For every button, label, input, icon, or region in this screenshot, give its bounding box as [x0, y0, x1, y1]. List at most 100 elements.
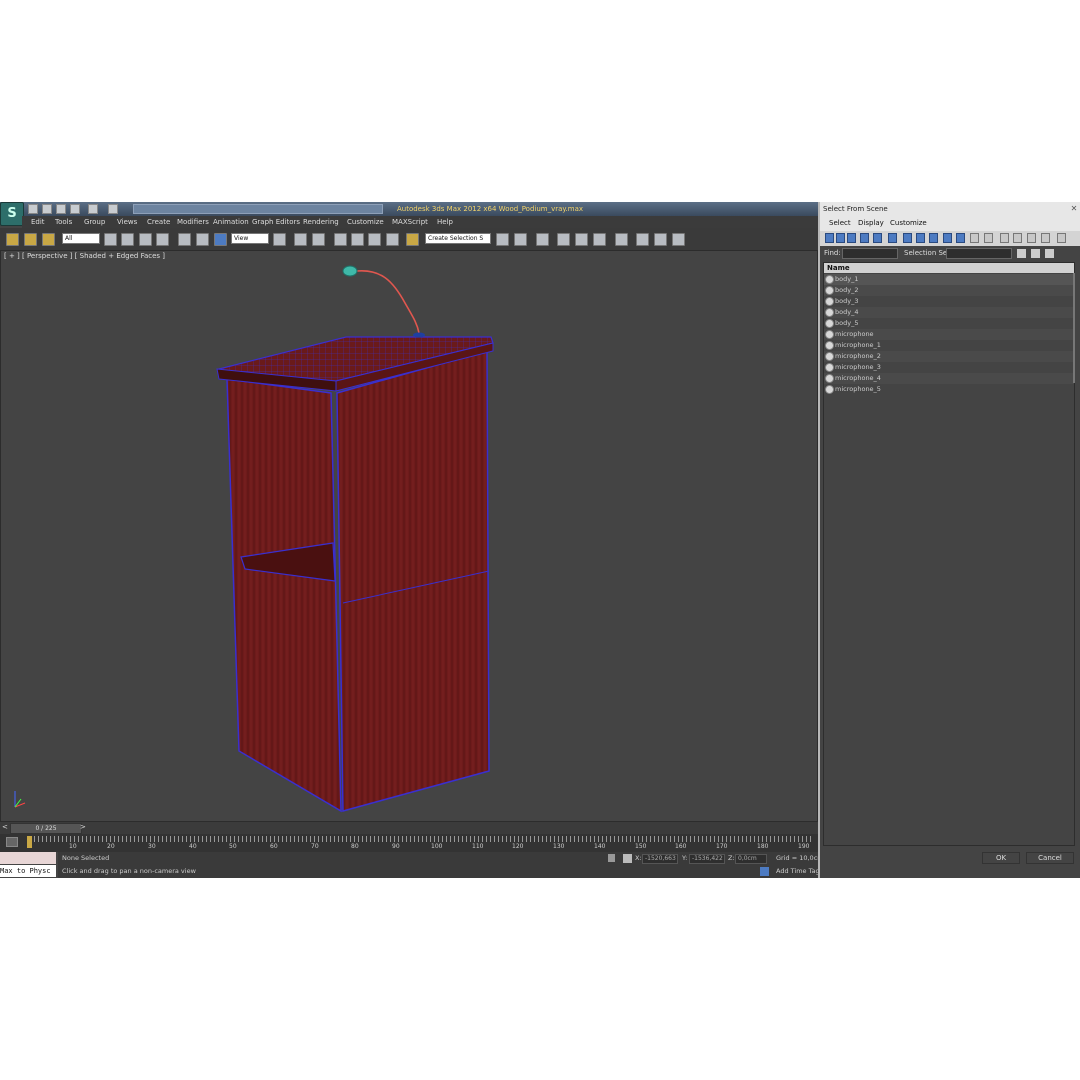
- rectangle-selection-icon[interactable]: [139, 233, 152, 246]
- undo-icon[interactable]: [70, 204, 80, 214]
- reference-coordinate-dropdown[interactable]: View: [231, 233, 269, 244]
- mirror-icon[interactable]: [496, 233, 509, 246]
- render-production-icon[interactable]: [672, 233, 685, 246]
- close-icon[interactable]: ✕: [1070, 204, 1078, 214]
- save-file-icon[interactable]: [56, 204, 66, 214]
- menu-views[interactable]: Views: [117, 216, 137, 228]
- named-selection-set-dropdown[interactable]: Create Selection S: [425, 233, 491, 244]
- menu-edit[interactable]: Edit: [31, 216, 45, 228]
- list-item[interactable]: body_5: [824, 318, 1074, 329]
- menu-maxscript[interactable]: MAXScript: [392, 216, 428, 228]
- display-containers-icon[interactable]: [943, 233, 952, 243]
- app-logo-icon[interactable]: S: [0, 202, 24, 226]
- menu-rendering[interactable]: Rendering: [303, 216, 339, 228]
- time-tag-icon[interactable]: [760, 867, 769, 876]
- lock-icon[interactable]: [608, 854, 615, 862]
- menu-create[interactable]: Create: [147, 216, 170, 228]
- select-all-icon[interactable]: [1013, 233, 1022, 243]
- unlink-icon[interactable]: [24, 233, 37, 246]
- display-bones-icon[interactable]: [929, 233, 938, 243]
- pivot-center-icon[interactable]: [273, 233, 286, 246]
- add-time-tag-button[interactable]: Add Time Tag: [776, 865, 820, 878]
- move-icon[interactable]: [178, 233, 191, 246]
- column-header-name[interactable]: Name: [824, 263, 1074, 273]
- x-coord-field[interactable]: -1520,663: [642, 854, 678, 864]
- display-xrefs-icon[interactable]: [916, 233, 925, 243]
- perspective-viewport[interactable]: [ + ] [ Perspective ] [ Shaded + Edged F…: [0, 250, 818, 822]
- dialog-menu-display[interactable]: Display: [858, 216, 884, 231]
- menu-group[interactable]: Group: [84, 216, 105, 228]
- selection-set-dropdown[interactable]: [946, 248, 1012, 259]
- keyboard-shortcut-icon[interactable]: [312, 233, 325, 246]
- list-item[interactable]: microphone_3: [824, 362, 1074, 373]
- scale-icon[interactable]: [214, 233, 227, 246]
- project-folder-icon[interactable]: [108, 204, 118, 214]
- menu-customize[interactable]: Customize: [347, 216, 384, 228]
- menu-animation[interactable]: Animation: [213, 216, 249, 228]
- curve-editor-icon[interactable]: [575, 233, 588, 246]
- transform-mode-icon[interactable]: [623, 854, 632, 863]
- remove-from-set-icon[interactable]: [1045, 249, 1054, 258]
- list-item[interactable]: body_4: [824, 307, 1074, 318]
- invert-selection-icon[interactable]: [1041, 233, 1050, 243]
- material-editor-icon[interactable]: [615, 233, 628, 246]
- dialog-menu-customize[interactable]: Customize: [890, 216, 927, 231]
- display-geometry-icon[interactable]: [825, 233, 834, 243]
- snap-toggle-icon[interactable]: [334, 233, 347, 246]
- render-setup-icon[interactable]: [636, 233, 649, 246]
- add-to-set-icon[interactable]: [1031, 249, 1040, 258]
- list-item[interactable]: body_1: [824, 274, 1074, 285]
- align-icon[interactable]: [514, 233, 527, 246]
- display-space-warps-icon[interactable]: [888, 233, 897, 243]
- time-slider-next-icon[interactable]: >: [80, 823, 86, 831]
- z-coord-field[interactable]: 0,0cm: [735, 854, 767, 864]
- time-slider-thumb[interactable]: 0 / 225: [10, 823, 82, 834]
- time-indicator[interactable]: [27, 836, 32, 848]
- list-item[interactable]: microphone: [824, 329, 1074, 340]
- new-file-icon[interactable]: [28, 204, 38, 214]
- window-crossing-icon[interactable]: [156, 233, 169, 246]
- layer-manager-icon[interactable]: [536, 233, 549, 246]
- display-cameras-icon[interactable]: [860, 233, 869, 243]
- list-item[interactable]: microphone_4: [824, 373, 1074, 384]
- menu-modifiers[interactable]: Modifiers: [177, 216, 209, 228]
- rotate-icon[interactable]: [196, 233, 209, 246]
- list-scrollbar[interactable]: [1073, 273, 1075, 383]
- select-object-icon[interactable]: [104, 233, 117, 246]
- ok-button[interactable]: OK: [982, 852, 1020, 864]
- display-frozen-icon[interactable]: [956, 233, 965, 243]
- maxscript-listener-input[interactable]: Max to Physc: [0, 865, 56, 877]
- filter-icon[interactable]: [1057, 233, 1066, 243]
- select-by-name-icon[interactable]: [121, 233, 134, 246]
- graphite-ribbon-icon[interactable]: [557, 233, 570, 246]
- link-icon[interactable]: [6, 233, 19, 246]
- select-manipulate-icon[interactable]: [294, 233, 307, 246]
- edit-named-selection-icon[interactable]: [406, 233, 419, 246]
- time-slider-prev-icon[interactable]: <: [2, 823, 8, 831]
- display-all-icon[interactable]: [970, 233, 979, 243]
- list-item[interactable]: microphone_1: [824, 340, 1074, 351]
- cancel-button[interactable]: Cancel: [1026, 852, 1074, 864]
- track-bar[interactable]: 10 20 30 40 50 60 70 80 90 100 110 120 1…: [0, 834, 818, 852]
- list-item[interactable]: microphone_5: [824, 384, 1074, 395]
- display-helpers-icon[interactable]: [873, 233, 882, 243]
- menu-help[interactable]: Help: [437, 216, 453, 228]
- dialog-menu-select[interactable]: Select: [829, 216, 851, 231]
- list-item[interactable]: body_3: [824, 296, 1074, 307]
- display-shapes-icon[interactable]: [836, 233, 845, 243]
- list-item[interactable]: microphone_2: [824, 351, 1074, 362]
- redo-icon[interactable]: [88, 204, 98, 214]
- scene-object-list[interactable]: Name body_1 body_2 body_3 body_4 body_5 …: [823, 262, 1075, 846]
- infocenter-search-input[interactable]: [133, 204, 383, 214]
- rendered-frame-window-icon[interactable]: [654, 233, 667, 246]
- open-file-icon[interactable]: [42, 204, 52, 214]
- create-selection-set-icon[interactable]: [1017, 249, 1026, 258]
- list-item[interactable]: body_2: [824, 285, 1074, 296]
- percent-snap-icon[interactable]: [368, 233, 381, 246]
- curve-editor-mini-icon[interactable]: [6, 837, 18, 847]
- spinner-snap-icon[interactable]: [386, 233, 399, 246]
- y-coord-field[interactable]: -1536,422: [689, 854, 725, 864]
- menu-graph-editors[interactable]: Graph Editors: [252, 216, 300, 228]
- menu-tools[interactable]: Tools: [55, 216, 72, 228]
- schematic-view-icon[interactable]: [593, 233, 606, 246]
